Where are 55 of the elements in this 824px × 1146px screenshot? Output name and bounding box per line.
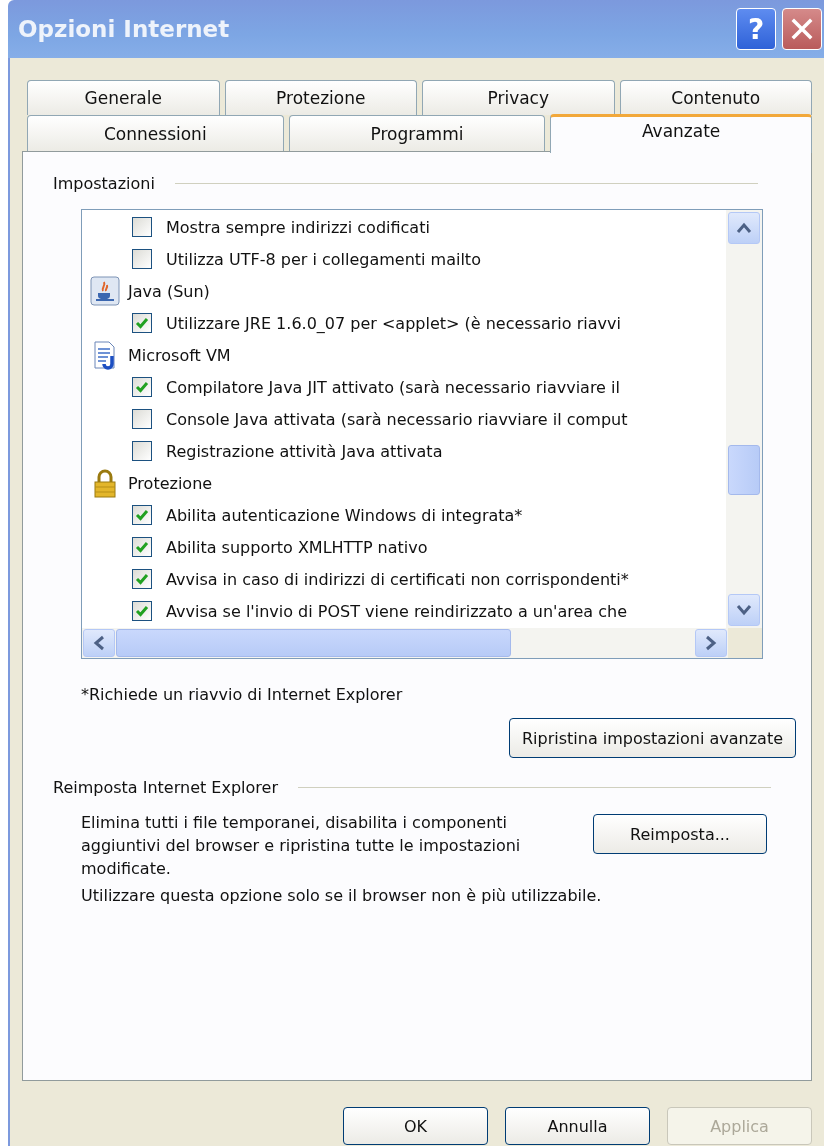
checkbox[interactable] — [132, 377, 152, 397]
option-label[interactable]: Registrazione attività Java attivata — [166, 441, 443, 461]
tab[interactable]: Avanzate — [550, 114, 812, 153]
group-label: Java (Sun) — [128, 281, 210, 301]
vertical-scrollbar[interactable] — [726, 210, 762, 628]
reset-button[interactable]: Reimposta... — [593, 814, 767, 854]
scroll-thumb[interactable] — [116, 629, 511, 657]
group-label: Protezione — [128, 473, 213, 493]
option-label[interactable]: Avvisa se l'invio di POST viene reindirizzato a un'area che — [166, 601, 628, 621]
help-button[interactable]: ? — [736, 8, 776, 50]
option-label[interactable]: Compilatore Java JIT attivato (sarà necessario riavviare il — [166, 377, 620, 397]
footnote: *Richiede un riavvio di Internet Explorer — [81, 685, 404, 704]
tab[interactable]: Contenuto — [619, 80, 812, 115]
checkbox[interactable] — [132, 249, 152, 269]
option-label[interactable]: Abilita supporto XMLHTTP nativo — [166, 537, 428, 557]
option-label[interactable]: Abilita autenticazione Windows di integrata* — [166, 505, 523, 525]
tab[interactable]: Privacy — [422, 80, 615, 115]
horizontal-scrollbar[interactable] — [82, 628, 762, 658]
close-button[interactable] — [782, 8, 822, 50]
option-label[interactable]: Utilizza UTF-8 per i collegamenti mailto — [166, 249, 481, 269]
group-label: Microsoft VM — [128, 345, 231, 365]
tab[interactable]: Generale — [27, 80, 220, 115]
checkmark-icon — [134, 571, 150, 587]
checkmark-icon — [134, 603, 150, 619]
group-title: Impostazioni — [53, 174, 155, 193]
scroll-thumb[interactable] — [728, 445, 760, 495]
option-label[interactable]: Utilizzare JRE 1.6.0_07 per <applet> (è necessario riavvi — [166, 313, 621, 333]
checkmark-icon — [134, 507, 150, 523]
dialog-button[interactable]: Annulla — [505, 1107, 650, 1145]
reset-description: Elimina tutti i file temporanei, disabilita i componenti aggiuntivi del browser e ripristina tutte le impostazioni modificate. — [81, 812, 522, 880]
checkbox[interactable] — [132, 505, 152, 525]
reset-note: Utilizzare questa opzione solo se il browser non è più utilizzabile. — [81, 885, 603, 907]
checkmark-icon — [134, 539, 150, 555]
group-title: Reimposta Internet Explorer — [53, 778, 278, 797]
tab[interactable]: Protezione — [224, 80, 417, 115]
option-label[interactable]: Avvisa in caso di indirizzi di certificati non corrispondenti* — [166, 569, 629, 589]
restore-defaults-button[interactable]: Ripristina impostazioni avanzate — [508, 718, 796, 758]
option-label[interactable]: Mostra sempre indirizzi codificati — [166, 217, 430, 237]
checkbox[interactable] — [132, 313, 152, 333]
checkbox[interactable] — [132, 441, 152, 461]
cup-icon — [90, 276, 120, 306]
option-label[interactable]: Console Java attivata (sarà necessario riavviare il comput — [166, 409, 628, 429]
checkbox[interactable] — [132, 537, 152, 557]
close-icon — [791, 18, 813, 40]
checkmark-icon — [134, 379, 150, 395]
checkbox[interactable] — [132, 409, 152, 429]
window-title: Opzioni Internet — [18, 16, 230, 42]
scrollbar-corner — [728, 628, 762, 658]
checkbox[interactable] — [132, 217, 152, 237]
tab[interactable]: Programmi — [288, 115, 546, 151]
tab[interactable]: Connessioni — [27, 115, 284, 151]
checkbox[interactable] — [132, 601, 152, 621]
dialog-button[interactable]: OK — [343, 1107, 488, 1145]
checkbox[interactable] — [132, 569, 152, 589]
checkmark-icon — [134, 315, 150, 331]
